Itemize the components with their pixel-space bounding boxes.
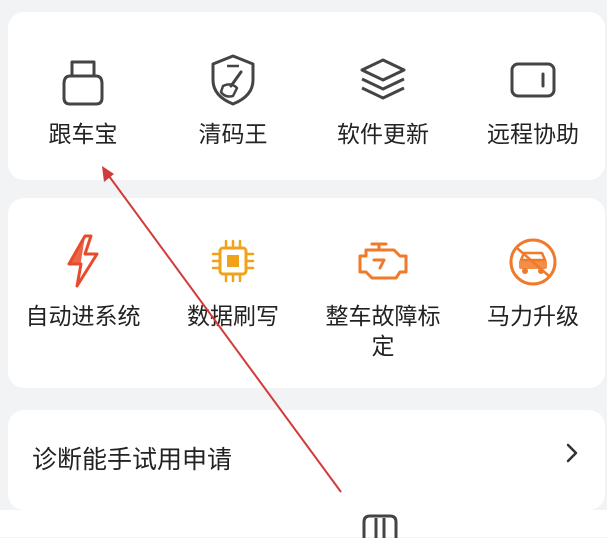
remote-device-icon <box>510 62 556 98</box>
feature-auto-enter-system[interactable]: 自动进系统 <box>8 198 158 388</box>
tool-qingmawang-label: 清码王 <box>198 122 268 148</box>
engine-icon <box>358 242 408 280</box>
trial-application-row[interactable]: 诊断能手试用申请 <box>8 410 605 510</box>
features-card: 自动进系统 数据刷写 整车故障标定 马力升级 <box>8 198 605 388</box>
feature-auto-enter-system-label: 自动进系统 <box>25 304 141 330</box>
feature-data-flash-label: 数据刷写 <box>187 304 279 330</box>
tool-remote-assist[interactable]: 远程协助 <box>458 12 607 180</box>
partial-tool-icon <box>362 514 398 538</box>
obd-connector-icon <box>62 60 104 106</box>
tool-genchebao-label: 跟车宝 <box>48 122 118 148</box>
chip-icon <box>211 239 255 283</box>
tools-card: 跟车宝 清码王 软件更新 远程协助 <box>8 12 605 180</box>
tool-software-update[interactable]: 软件更新 <box>308 12 458 180</box>
tool-qingmawang[interactable]: 清码王 <box>158 12 308 180</box>
trial-application-label: 诊断能手试用申请 <box>32 445 233 474</box>
tool-genchebao[interactable]: 跟车宝 <box>8 12 158 180</box>
feature-vehicle-fault-calibration-label: 整车故障标定 <box>325 304 441 360</box>
lightning-icon <box>67 234 99 288</box>
tool-software-update-label: 软件更新 <box>337 122 429 148</box>
feature-horsepower-upgrade-label: 马力升级 <box>487 304 579 330</box>
feature-horsepower-upgrade[interactable]: 马力升级 <box>458 198 607 388</box>
tool-remote-assist-label: 远程协助 <box>487 122 579 148</box>
gauge-car-icon <box>509 238 557 286</box>
feature-vehicle-fault-calibration[interactable]: 整车故障标定 <box>308 198 458 388</box>
chevron-right-icon <box>566 443 578 463</box>
feature-data-flash[interactable]: 数据刷写 <box>158 198 308 388</box>
shield-broom-icon <box>211 54 255 106</box>
layers-icon <box>360 58 406 100</box>
bottom-partial-area <box>0 510 607 538</box>
